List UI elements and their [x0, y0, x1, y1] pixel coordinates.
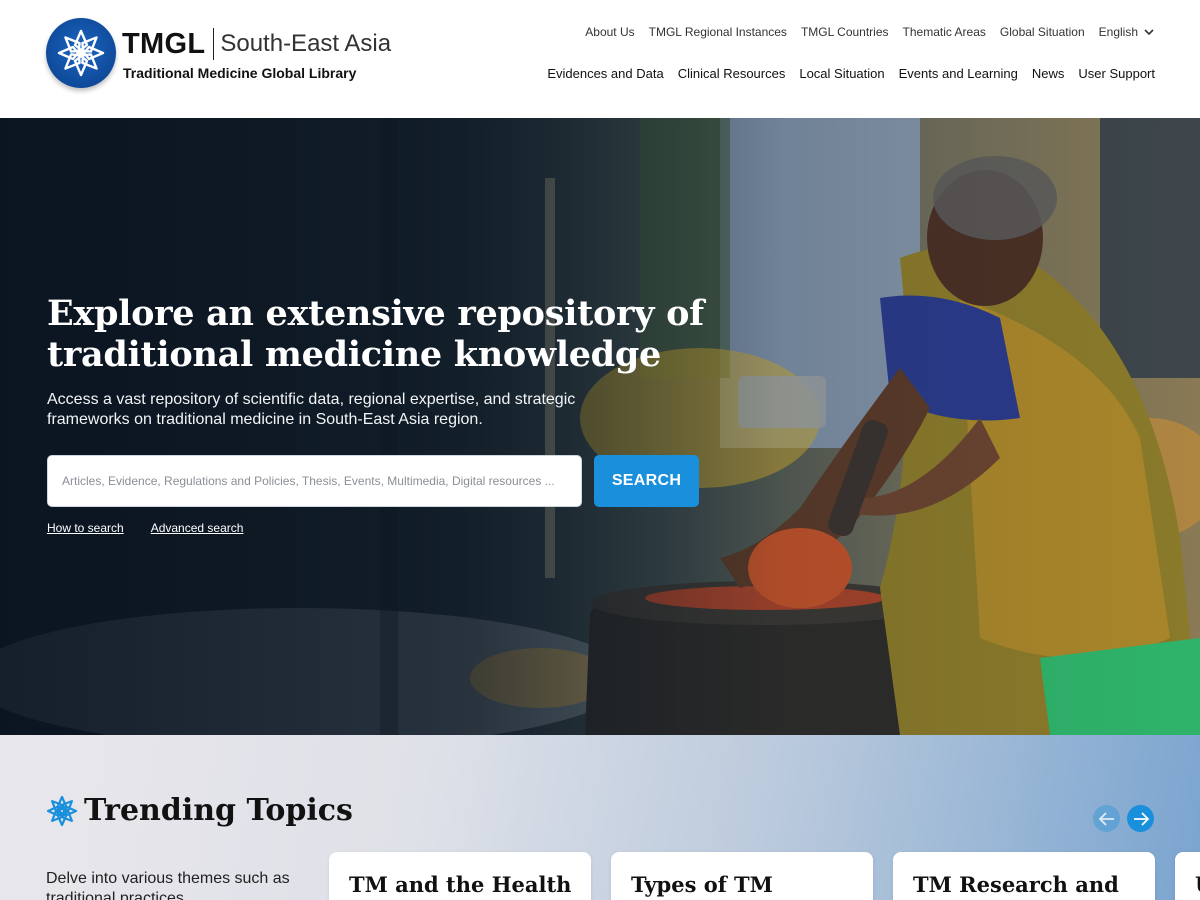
trending-header: Trending Topics — [46, 793, 353, 828]
nav-countries[interactable]: TMGL Countries — [801, 25, 889, 39]
language-selector[interactable]: English — [1099, 25, 1154, 39]
topic-card-title: Types of TM — [631, 872, 773, 897]
search-button[interactable]: SEARCH — [594, 455, 699, 507]
nav-evidences-and-data[interactable]: Evidences and Data — [547, 66, 663, 81]
search-input[interactable] — [47, 455, 582, 507]
topic-card-title: TM and the Health — [349, 872, 572, 897]
nav-global-situation[interactable]: Global Situation — [1000, 25, 1085, 39]
arrow-left-icon — [1098, 811, 1114, 826]
nav-thematic-areas[interactable]: Thematic Areas — [903, 25, 986, 39]
star-flower-icon — [57, 29, 105, 77]
hero-banner: Explore an extensive repository of tradi… — [0, 118, 1200, 735]
nav-local-situation[interactable]: Local Situation — [799, 66, 884, 81]
trending-title: Trending Topics — [84, 793, 353, 828]
nav-regional-instances[interactable]: TMGL Regional Instances — [649, 25, 787, 39]
topic-card-title: TM Research and — [913, 872, 1119, 897]
topic-card[interactable]: U — [1175, 852, 1200, 900]
search-help-links: How to search Advanced search — [47, 521, 243, 535]
site-header: TMGL South-East Asia Traditional Medicin… — [0, 0, 1200, 118]
advanced-search-link[interactable]: Advanced search — [151, 521, 244, 535]
brand-name: TMGL — [122, 27, 206, 60]
how-to-search-link[interactable]: How to search — [47, 521, 124, 535]
carousel-prev-button[interactable] — [1093, 805, 1120, 832]
arrow-right-icon — [1133, 811, 1149, 826]
carousel-next-button[interactable] — [1127, 805, 1154, 832]
brand-title[interactable]: TMGL South-East Asia — [122, 26, 391, 62]
chevron-down-icon — [1144, 28, 1154, 35]
topic-card[interactable]: TM Research and — [893, 852, 1155, 900]
nav-events-and-learning[interactable]: Events and Learning — [899, 66, 1018, 81]
nav-clinical-resources[interactable]: Clinical Resources — [678, 66, 786, 81]
top-navigation: About Us TMGL Regional Instances TMGL Co… — [585, 25, 1154, 39]
nav-about-us[interactable]: About Us — [585, 25, 634, 39]
language-label: English — [1098, 25, 1138, 39]
brand-region: South-East Asia — [220, 30, 392, 57]
nav-news[interactable]: News — [1032, 66, 1065, 81]
topic-card[interactable]: TM and the Health — [329, 852, 591, 900]
main-navigation: Evidences and Data Clinical Resources Lo… — [547, 66, 1155, 81]
brand-divider — [213, 28, 215, 60]
hero-subtitle: Access a vast repository of scientific d… — [47, 391, 576, 428]
star-flower-icon — [46, 795, 78, 826]
trending-topics-section: Trending Topics Delve into various theme… — [0, 735, 1200, 900]
carousel-controls — [1093, 805, 1154, 832]
topic-card[interactable]: Types of TM — [611, 852, 873, 900]
trending-description: Delve into various themes such as tradit… — [46, 870, 290, 900]
nav-user-support[interactable]: User Support — [1078, 66, 1155, 81]
brand-subtitle: Traditional Medicine Global Library — [123, 65, 357, 81]
tmgl-logo[interactable] — [46, 18, 116, 88]
hero-title: Explore an extensive repository of tradi… — [47, 293, 704, 375]
